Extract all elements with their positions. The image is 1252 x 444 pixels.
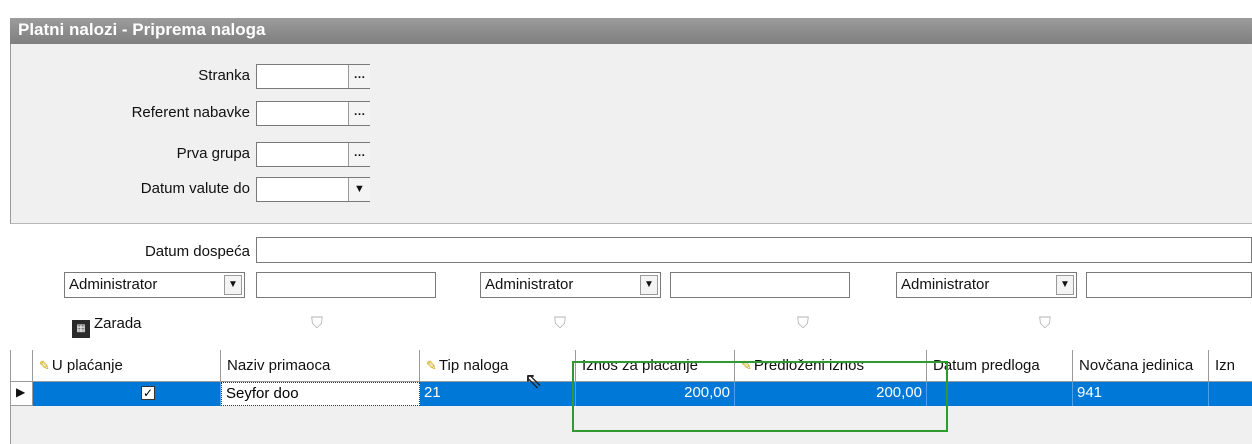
user-text-3[interactable]: [1086, 272, 1252, 298]
referent-nabavke-label: Referent nabavke: [131, 104, 250, 121]
column-header-datum-predloga[interactable]: Datum predloga: [927, 350, 1073, 382]
user-text-1[interactable]: [256, 272, 436, 298]
chevron-down-icon[interactable]: ▼: [640, 275, 658, 295]
user-combo-2[interactable]: Administrator ▼: [480, 272, 661, 298]
column-header-novcana-jedinica[interactable]: Novčana jedinica: [1073, 350, 1209, 382]
user-combo-3[interactable]: Administrator ▼: [896, 272, 1077, 298]
column-header-u-placanje[interactable]: ✎ U plaćanje: [33, 350, 221, 382]
row-indicator-header: [11, 350, 33, 382]
window-title-bar: Platni nalozi - Priprema naloga: [10, 18, 1252, 44]
cell-izn[interactable]: [1209, 382, 1252, 406]
datum-valute-do-field[interactable]: ▼: [256, 177, 370, 202]
user-combo-1-value: Administrator: [69, 276, 158, 293]
report-icon: ▦: [72, 320, 90, 338]
mouse-pointer-icon: ⇖: [524, 368, 543, 393]
chevron-down-icon[interactable]: ▼: [224, 275, 242, 295]
datum-dospeca-field[interactable]: [256, 237, 1252, 263]
stranka-lookup-button[interactable]: …: [348, 65, 370, 88]
referent-nabavke-field[interactable]: …: [256, 101, 370, 126]
cell-datum-predloga[interactable]: [927, 382, 1073, 406]
edit-pencil-icon: ✎: [39, 358, 50, 373]
zarada-label: Zarada: [94, 315, 142, 332]
stranka-label: Stranka: [198, 67, 250, 84]
current-row-arrow-icon: ▶: [16, 385, 26, 399]
prva-grupa-field[interactable]: …: [256, 142, 370, 167]
chevron-down-icon[interactable]: ▼: [1056, 275, 1074, 295]
user-combo-1[interactable]: Administrator ▼: [64, 272, 245, 298]
cell-tip-naloga[interactable]: 21: [420, 382, 576, 406]
edit-pencil-icon: ✎: [426, 358, 437, 373]
referent-nabavke-lookup-button[interactable]: …: [348, 102, 370, 125]
column-header-tip-naloga[interactable]: ✎ Tip naloga: [420, 350, 576, 382]
highlight-box: [572, 361, 948, 432]
column-header-naziv-primaoca[interactable]: Naziv primaoca: [221, 350, 420, 382]
datum-valute-do-label: Datum valute do: [140, 180, 250, 197]
cell-novcana-jedinica[interactable]: 941: [1073, 382, 1209, 406]
user-text-2[interactable]: [670, 272, 850, 298]
window-title: Platni nalozi - Priprema naloga: [18, 20, 266, 39]
datum-dospeca-label: Datum dospeća: [144, 243, 250, 260]
column-header-izn[interactable]: Izn: [1209, 350, 1252, 382]
prva-grupa-lookup-button[interactable]: …: [348, 143, 370, 166]
u-placanje-checkbox[interactable]: ✓: [141, 386, 155, 400]
filter-icon[interactable]: ⛉: [797, 315, 817, 335]
filter-icon[interactable]: ⛉: [1039, 315, 1059, 335]
user-combo-2-value: Administrator: [485, 276, 574, 293]
filter-icon[interactable]: ⛉: [311, 315, 331, 335]
prva-grupa-label: Prva grupa: [176, 145, 250, 162]
zarada-button[interactable]: ▦ Zarada: [72, 315, 142, 338]
cell-naziv-primaoca[interactable]: Seyfor doo: [221, 382, 420, 406]
chevron-down-icon[interactable]: ▼: [348, 178, 370, 201]
row-indicator: ▶: [11, 382, 33, 406]
cell-u-placanje[interactable]: ✓: [33, 382, 221, 406]
user-combo-3-value: Administrator: [901, 276, 990, 293]
stranka-field[interactable]: …: [256, 64, 370, 89]
filter-icon[interactable]: ⛉: [554, 315, 574, 335]
